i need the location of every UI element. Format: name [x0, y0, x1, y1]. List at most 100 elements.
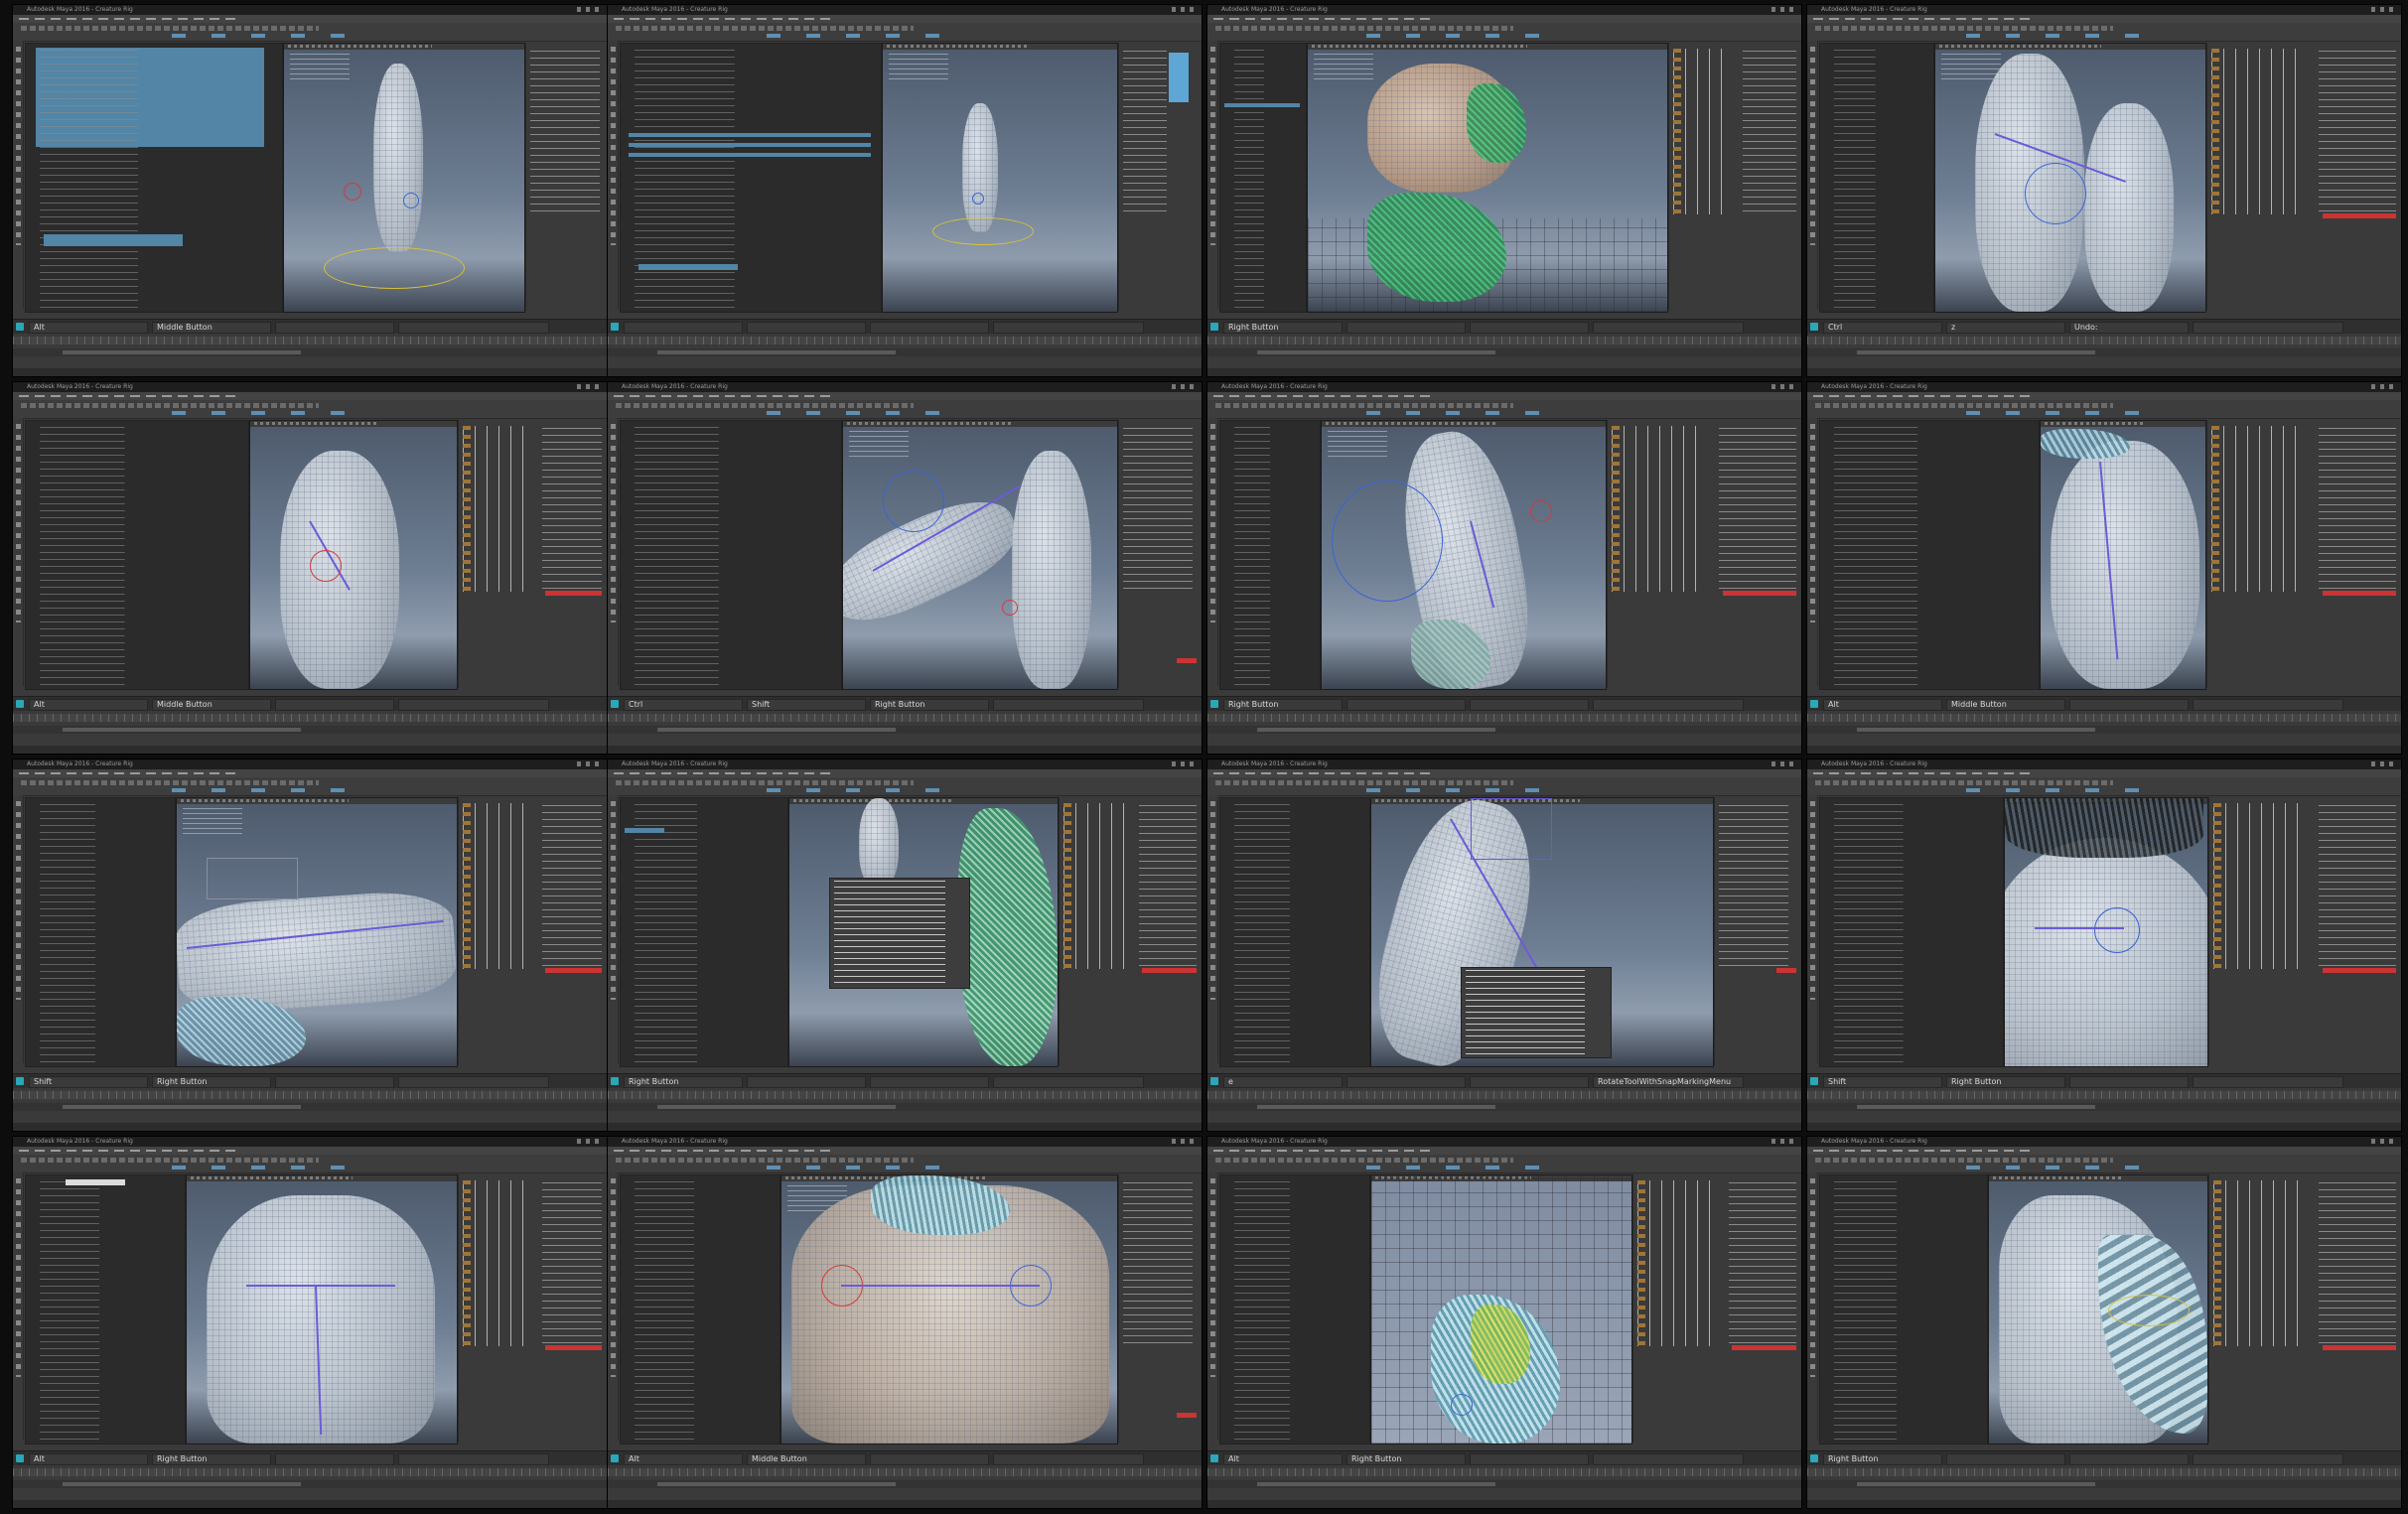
command-line[interactable]: [1807, 1500, 2401, 1508]
joint-bone[interactable]: [2035, 927, 2124, 929]
time-slider[interactable]: [1207, 1091, 1801, 1099]
window-controls[interactable]: [1771, 7, 1797, 12]
selected-row[interactable]: [629, 153, 871, 157]
viewport-toolbar[interactable]: [250, 421, 457, 427]
viewport-toolbar[interactable]: [843, 421, 1117, 427]
status-shelf[interactable]: [608, 777, 1202, 796]
window-controls[interactable]: [1172, 761, 1198, 766]
toolbox[interactable]: [608, 41, 619, 309]
selected-row[interactable]: [625, 828, 664, 833]
range-slider[interactable]: [1807, 1480, 2401, 1488]
outliner-panel[interactable]: [1219, 43, 1307, 313]
viewport-3d[interactable]: [283, 43, 525, 313]
menu-bar[interactable]: [13, 769, 607, 777]
toolbox[interactable]: [608, 795, 619, 1063]
viewport-3d[interactable]: [1370, 1174, 1632, 1445]
viewport-3d[interactable]: [882, 43, 1118, 313]
root-control[interactable]: [324, 247, 465, 289]
menu-bar[interactable]: [608, 15, 1202, 23]
status-shelf[interactable]: [13, 400, 607, 419]
menu-bar[interactable]: [1207, 1147, 1801, 1155]
toolbox[interactable]: [13, 1172, 24, 1441]
rig-control[interactable]: [207, 858, 298, 899]
range-slider[interactable]: [13, 1103, 607, 1111]
range-slider[interactable]: [608, 726, 1202, 734]
status-shelf[interactable]: [608, 1155, 1202, 1173]
attribute-editor[interactable]: [1632, 1174, 1801, 1443]
toolbox[interactable]: [1807, 1172, 1818, 1441]
outliner-panel[interactable]: [25, 43, 283, 313]
menu-bar[interactable]: [1807, 769, 2401, 777]
outliner-panel[interactable]: [1819, 420, 2040, 690]
menu-bar[interactable]: [1207, 769, 1801, 777]
viewport-toolbar[interactable]: [187, 1175, 457, 1181]
viewport-toolbar[interactable]: [1935, 44, 2205, 50]
menu-bar[interactable]: [1807, 1147, 2401, 1155]
viewport-3d[interactable]: [176, 797, 458, 1067]
attribute-editor[interactable]: [2208, 797, 2401, 1065]
proxy-geometry[interactable]: [1367, 193, 1506, 302]
outliner-panel[interactable]: [1819, 797, 2004, 1067]
status-shelf[interactable]: [1207, 23, 1801, 42]
hair-mesh[interactable]: [2005, 798, 2203, 858]
window-controls[interactable]: [577, 761, 603, 766]
viewport-toolbar[interactable]: [883, 44, 1117, 50]
toolbox[interactable]: [1207, 418, 1218, 686]
outliner-panel[interactable]: [620, 420, 842, 690]
toolbox[interactable]: [1207, 795, 1218, 1063]
status-shelf[interactable]: [13, 1155, 607, 1173]
rig-control[interactable]: [403, 193, 419, 208]
outliner-panel[interactable]: [1219, 420, 1321, 690]
range-slider[interactable]: [1207, 1480, 1801, 1488]
viewport-toolbar[interactable]: [2041, 421, 2205, 427]
viewport-3d[interactable]: [186, 1174, 458, 1445]
proxy-geometry[interactable]: [1467, 83, 1526, 163]
toolbox[interactable]: [1807, 41, 1818, 309]
menu-bar[interactable]: [1807, 15, 2401, 23]
command-line[interactable]: [1207, 1123, 1801, 1131]
status-shelf[interactable]: [1207, 777, 1801, 796]
command-line[interactable]: [1807, 368, 2401, 376]
toolbox[interactable]: [608, 418, 619, 686]
attribute-editor[interactable]: [458, 797, 607, 1065]
menu-bar[interactable]: [1807, 392, 2401, 400]
menu-bar[interactable]: [13, 1147, 607, 1155]
menu-bar[interactable]: [608, 769, 1202, 777]
outliner-panel[interactable]: [620, 797, 788, 1067]
time-slider[interactable]: [13, 1468, 607, 1476]
viewport-3d[interactable]: [2040, 420, 2206, 690]
rig-control[interactable]: [1002, 600, 1018, 616]
window-controls[interactable]: [1771, 384, 1797, 389]
command-line[interactable]: [608, 1500, 1202, 1508]
joint-bone[interactable]: [841, 1285, 1040, 1287]
window-controls[interactable]: [2371, 761, 2397, 766]
status-shelf[interactable]: [1207, 1155, 1801, 1173]
status-shelf[interactable]: [1807, 23, 2401, 42]
viewport-3d[interactable]: [1988, 1174, 2208, 1445]
outliner-panel[interactable]: [25, 1174, 186, 1445]
menu-bar[interactable]: [608, 1147, 1202, 1155]
time-slider[interactable]: [1807, 714, 2401, 722]
range-slider[interactable]: [1807, 1103, 2401, 1111]
outliner-panel[interactable]: [1219, 1174, 1370, 1445]
command-line[interactable]: [1807, 1123, 2401, 1131]
toolbox[interactable]: [1207, 1172, 1218, 1441]
viewport-toolbar[interactable]: [284, 44, 524, 50]
viewport-3d[interactable]: [1307, 43, 1668, 313]
command-line[interactable]: [13, 1123, 607, 1131]
viewport-toolbar[interactable]: [177, 798, 457, 804]
channel-box[interactable]: [1118, 420, 1202, 688]
status-shelf[interactable]: [1807, 400, 2401, 419]
creature-spikes[interactable]: [958, 808, 1058, 1066]
viewport-3d[interactable]: [788, 797, 1059, 1067]
channel-box[interactable]: [1118, 43, 1202, 311]
range-slider[interactable]: [1807, 348, 2401, 356]
time-slider[interactable]: [608, 1468, 1202, 1476]
creature-model[interactable]: [373, 64, 423, 252]
window-controls[interactable]: [2371, 7, 2397, 12]
attribute-editor[interactable]: [1059, 797, 1202, 1065]
channel-box[interactable]: [1118, 1174, 1202, 1443]
command-line[interactable]: [1207, 368, 1801, 376]
attribute-editor[interactable]: [2206, 420, 2401, 688]
search-field[interactable]: [66, 1179, 125, 1185]
